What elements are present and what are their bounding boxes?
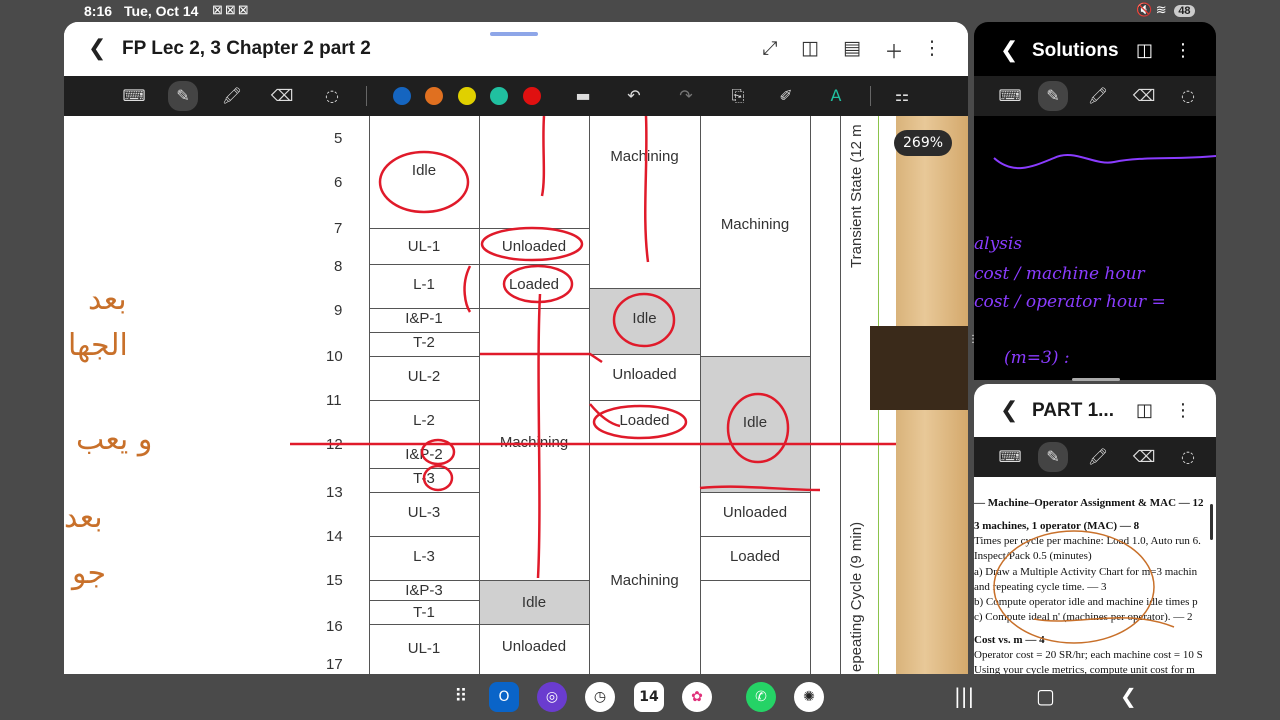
handwritten-note: cost / machine hour (974, 264, 1145, 284)
stroke-width-icon[interactable]: ▬ (570, 84, 596, 108)
recent-apps-icon[interactable]: ||| (954, 684, 974, 708)
split-divider-handle[interactable]: ⋮ (968, 335, 978, 362)
eraser-icon[interactable]: ⌫ (270, 84, 294, 108)
handwritten-note: (m=3) : (1004, 348, 1070, 368)
panel-resize-handle[interactable] (1072, 378, 1120, 381)
main-note-window: ❮ FP Lec 2, 3 Chapter 2 part 2 ⤢ ◫ ▤ ＋ ⋮… (64, 22, 968, 674)
color-swatch-orange[interactable] (425, 87, 443, 105)
handwritten-arabic-note: الجها (68, 328, 128, 363)
part1-document[interactable]: — Machine–Operator Assignment & MAC — 12… (974, 477, 1216, 674)
part1-title: PART 1... (1032, 400, 1114, 421)
system-icons: 🔇 ≋ 48 (1136, 2, 1195, 18)
solutions-title: Solutions (1032, 40, 1119, 61)
highlighter-icon[interactable]: 🖍 (220, 84, 244, 108)
status-date: Tue, Oct 14 (124, 3, 199, 19)
undo-icon[interactable]: ↶ (622, 84, 646, 108)
battery-badge: 48 (1174, 5, 1195, 17)
read-mode-icon[interactable]: ⎘ (726, 84, 750, 108)
lasso-icon[interactable]: ◌ (320, 84, 344, 108)
handwritten-arabic-note: و يعب (76, 422, 153, 457)
handwritten-arabic-note: جو (72, 556, 107, 591)
color-swatch-teal[interactable] (490, 87, 508, 105)
handwritten-arabic-note: بعد (64, 500, 103, 535)
whatsapp-app-icon[interactable]: ✆ (746, 682, 776, 712)
shape-pen-icon[interactable]: ✐ (774, 84, 798, 108)
navigation-bar: ⠿ O ◎ ◷ 14 ✿ ✆ ✺ ||| ▢ ❮ (0, 674, 1280, 720)
book-view-icon[interactable]: ◫ (1136, 400, 1153, 421)
activity-chart-image: 5 6 7 8 9 10 11 12 13 14 15 16 17 Idle U… (290, 116, 896, 674)
back-icon[interactable]: ❮ (1000, 398, 1018, 423)
orange-ink-annotations (993, 530, 1175, 644)
status-time: 8:16 (84, 3, 113, 19)
zoom-indicator: 269% (894, 130, 953, 156)
solutions-window: ❮ Solutions ◫ ⋮ ⌨ ✎ 🖍 ⌫ ◌ alysis cost / … (974, 22, 1216, 380)
note-canvas[interactable]: بعد الجها و يعب بعد جو 5 6 7 8 9 10 11 1… (64, 116, 968, 674)
add-page-icon[interactable]: ＋ (882, 37, 906, 64)
book-view-icon[interactable]: ◫ (798, 37, 822, 59)
browser-app-icon[interactable]: ◎ (537, 682, 567, 712)
status-bar: 8:16 Tue, Oct 14 ⊠⊠⊠ 🔇 ≋ 48 (0, 0, 1280, 22)
red-ink-annotations (290, 116, 896, 579)
purple-squiggle (993, 153, 1216, 170)
color-swatch-blue[interactable] (393, 87, 411, 105)
calendar-app-icon[interactable]: 14 (634, 682, 664, 712)
pen-icon[interactable]: ✎ (1038, 81, 1068, 111)
title-bar: ❮ FP Lec 2, 3 Chapter 2 part 2 ⤢ ◫ ▤ ＋ ⋮ (64, 22, 968, 76)
eraser-icon[interactable]: ⌫ (1132, 445, 1156, 469)
highlighter-icon[interactable]: 🖍 (1086, 445, 1110, 469)
redo-icon[interactable]: ↷ (674, 84, 698, 108)
handwritten-arabic-note: بعد (88, 282, 127, 317)
outlook-app-icon[interactable]: O (489, 682, 519, 712)
app-drawer-icon[interactable]: ⠿ (446, 682, 476, 712)
chatgpt-app-icon[interactable]: ✺ (794, 682, 824, 712)
drawing-toolbar: ⌨ ✎ 🖍 ⌫ ◌ ▬ ↶ ↷ ⎘ ✐ A ⚏ (64, 76, 968, 116)
back-icon[interactable]: ❮ (1000, 38, 1018, 63)
part1-toolbar: ⌨ ✎ 🖍 ⌫ ◌ (974, 437, 1216, 477)
apps-grid-icon[interactable]: ⚏ (890, 84, 914, 108)
keyboard-icon[interactable]: ⌨ (998, 445, 1022, 469)
lasso-icon[interactable]: ◌ (1176, 84, 1200, 108)
color-swatch-yellow[interactable] (458, 87, 476, 105)
text-recognition-icon[interactable]: A (824, 84, 848, 108)
expand-icon[interactable]: ⤢ (758, 37, 782, 59)
solutions-canvas[interactable]: alysis cost / machine hour cost / operat… (974, 116, 1216, 380)
gallery-app-icon[interactable]: ✿ (682, 682, 712, 712)
eraser-icon[interactable]: ⌫ (1132, 84, 1156, 108)
pen-icon[interactable]: ✎ (168, 81, 198, 111)
toolbar-divider (870, 86, 871, 106)
more-options-icon[interactable]: ⋮ (1174, 40, 1192, 61)
notification-icons: ⊠⊠⊠ (212, 2, 251, 17)
lasso-icon[interactable]: ◌ (1176, 445, 1200, 469)
desk-object (870, 326, 968, 410)
pdf-settings-icon[interactable]: ▤ (840, 37, 864, 59)
toolbar-divider (366, 86, 367, 106)
keyboard-icon[interactable]: ⌨ (998, 84, 1022, 108)
window-drag-handle[interactable] (490, 32, 538, 36)
note-title: FP Lec 2, 3 Chapter 2 part 2 (122, 38, 371, 59)
handwritten-note: cost / operator hour = (974, 292, 1166, 312)
back-icon[interactable]: ❮ (88, 36, 106, 61)
book-view-icon[interactable]: ◫ (1136, 40, 1153, 61)
more-options-icon[interactable]: ⋮ (920, 37, 944, 59)
back-nav-icon[interactable]: ❮ (1120, 684, 1137, 708)
part1-window: ❮ PART 1... ◫ ⋮ ⌨ ✎ 🖍 ⌫ ◌ — Machine–Oper… (974, 384, 1216, 674)
keyboard-icon[interactable]: ⌨ (122, 84, 146, 108)
more-options-icon[interactable]: ⋮ (1174, 400, 1192, 421)
home-icon[interactable]: ▢ (1036, 684, 1055, 708)
handwritten-note: alysis (974, 234, 1023, 254)
highlighter-icon[interactable]: 🖍 (1086, 84, 1110, 108)
solutions-toolbar: ⌨ ✎ 🖍 ⌫ ◌ (974, 76, 1216, 116)
scrollbar[interactable] (1210, 504, 1213, 540)
pen-icon[interactable]: ✎ (1038, 442, 1068, 472)
clock-app-icon[interactable]: ◷ (585, 682, 615, 712)
color-swatch-red[interactable] (523, 87, 541, 105)
